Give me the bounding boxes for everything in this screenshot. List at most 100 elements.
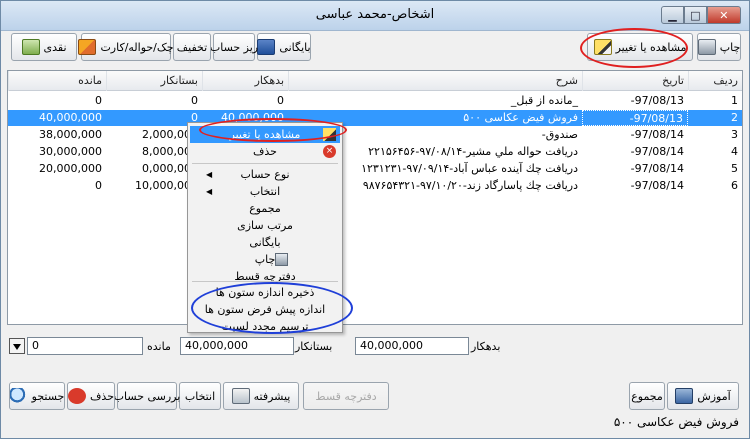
menu-item-total[interactable]: مجموع bbox=[190, 200, 340, 217]
tutorial-button-label: آموزش bbox=[697, 389, 731, 403]
transactions-table[interactable]: ردیف تاریخ شرح بدهکار بستانکار مانده 1 9… bbox=[7, 70, 743, 325]
annotation-ellipse-red bbox=[580, 28, 688, 68]
cell-date: 97/08/14- bbox=[630, 179, 684, 192]
table-header: ردیف تاریخ شرح بدهکار بستانکار مانده bbox=[8, 71, 742, 91]
cell-row: 5 bbox=[731, 162, 738, 175]
app-window: اشخاص-محمد عباسی ▁ □ ✕ چاپ مشاهده یا تغی… bbox=[0, 0, 750, 439]
delete-icon: × bbox=[323, 145, 336, 158]
cash-icon bbox=[21, 39, 40, 55]
column-header-row[interactable]: ردیف bbox=[688, 71, 742, 91]
balance-dropdown-arrow-icon[interactable] bbox=[9, 338, 25, 354]
cell-description: _مانده از قبل_ bbox=[510, 94, 578, 107]
search-button-label: جستجو bbox=[31, 389, 65, 403]
archive-button-label: بایگانی bbox=[279, 40, 311, 54]
status-selected-description: فروش فیض عکاسی ۵۰۰ bbox=[613, 415, 739, 429]
window-controls: ▁ □ ✕ bbox=[661, 6, 741, 26]
maximize-button[interactable]: □ bbox=[683, 6, 707, 24]
cell-date: 97/08/14- bbox=[630, 145, 684, 158]
credit-total-label: بستانکار bbox=[295, 340, 333, 353]
column-header-credit[interactable]: بستانکار bbox=[106, 71, 202, 91]
balance-total-label: مانده bbox=[147, 340, 171, 353]
detail-account-button[interactable]: ریز حساب bbox=[209, 33, 259, 61]
bottom-toolbar: آموزش مجموع دفترچه قسط پیشرفته انتخاب بر… bbox=[7, 382, 743, 412]
cell-row: 6 bbox=[731, 179, 738, 192]
submenu-arrow-icon: ◀ bbox=[206, 170, 213, 179]
minimize-button[interactable]: ▁ bbox=[661, 6, 684, 24]
debit-total-label: بدهکار bbox=[471, 340, 501, 353]
menu-item-delete[interactable]: حذف × bbox=[190, 143, 340, 160]
debit-total-field: 40,000,000 bbox=[355, 337, 469, 355]
column-header-balance[interactable]: مانده bbox=[8, 71, 106, 91]
cards-icon bbox=[78, 39, 97, 55]
cell-credit: 0 bbox=[191, 94, 198, 107]
book-icon bbox=[675, 388, 694, 404]
cell-balance: 0 bbox=[95, 179, 102, 192]
table-row[interactable]: 5 97/08/14- دریافت چك آینده عباس آباد-۹۷… bbox=[8, 161, 742, 177]
select-button[interactable]: انتخاب bbox=[179, 382, 221, 410]
delete-button-label: حذف bbox=[90, 389, 114, 403]
cash-button-label: نقدی bbox=[43, 40, 67, 54]
print-button[interactable]: چاپ bbox=[697, 33, 741, 61]
archive-button[interactable]: بایگانی bbox=[257, 33, 311, 61]
menu-item-archive[interactable]: بایگانی bbox=[190, 234, 340, 251]
account-review-button[interactable]: بررسی حساب bbox=[114, 382, 180, 410]
table-row[interactable]: 1 97/08/13- _مانده از قبل_ 0 0 0 bbox=[8, 93, 742, 109]
installment-book-button-label: دفترچه قسط bbox=[315, 389, 377, 403]
table-row-selected[interactable]: 2 97/08/13- فروش فیض عکاسی ۵۰۰ 40,000,00… bbox=[8, 110, 742, 126]
cell-balance: 30,000,000 bbox=[39, 145, 102, 158]
menu-item-label: انتخاب bbox=[249, 185, 281, 198]
cell-balance: 0 bbox=[95, 94, 102, 107]
advanced-button-label: پیشرفته bbox=[253, 389, 291, 403]
menu-item-label: مجموع bbox=[249, 202, 281, 215]
cell-row: 1 bbox=[731, 94, 738, 107]
account-review-button-label: بررسی حساب bbox=[113, 389, 181, 403]
cell-date: 97/08/14- bbox=[630, 162, 684, 175]
printer-icon bbox=[697, 39, 716, 55]
total-button[interactable]: مجموع bbox=[629, 382, 665, 410]
menu-item-label: حذف bbox=[253, 145, 277, 158]
menu-item-account-type[interactable]: نوع حساب ◀ bbox=[190, 166, 340, 183]
column-header-date[interactable]: تاریخ bbox=[582, 71, 688, 91]
cell-balance: 40,000,000 bbox=[39, 111, 102, 124]
menu-item-label: بایگانی bbox=[249, 236, 281, 249]
table-row[interactable]: 3 97/08/14- صندوق- 2,000,000 38,000,000 bbox=[8, 127, 742, 143]
cell-balance: 38,000,000 bbox=[39, 128, 102, 141]
close-button[interactable]: ✕ bbox=[706, 6, 741, 24]
column-header-debit[interactable]: بدهکار bbox=[202, 71, 288, 91]
delete-button[interactable]: حذف bbox=[67, 382, 115, 410]
menu-item-select[interactable]: انتخاب ◀ bbox=[190, 183, 340, 200]
menu-item-label: مرتب سازی bbox=[237, 219, 293, 232]
discount-button-label: تخفیف bbox=[176, 40, 208, 54]
advanced-button[interactable]: پیشرفته bbox=[223, 382, 299, 410]
cell-row: 2 bbox=[731, 111, 738, 124]
delete-icon bbox=[68, 388, 87, 404]
title-bar: اشخاص-محمد عباسی ▁ □ ✕ bbox=[1, 1, 749, 31]
balance-total-field: 0 bbox=[27, 337, 143, 355]
check-transfer-card-button-label: چک/حواله/کارت bbox=[100, 40, 174, 54]
printer-icon bbox=[275, 253, 288, 266]
detail-account-button-label: ریز حساب bbox=[209, 40, 259, 54]
menu-separator bbox=[192, 163, 338, 164]
cell-date: 97/08/14- bbox=[630, 128, 684, 141]
search-icon bbox=[9, 388, 28, 404]
window-title: اشخاص-محمد عباسی bbox=[315, 7, 435, 22]
cell-debit: 0 bbox=[277, 94, 284, 107]
calculator-icon bbox=[231, 388, 250, 404]
table-row[interactable]: 6 97/08/14- دریافت چك پاسارگاد زند-۹۷/۱۰… bbox=[8, 178, 742, 194]
select-button-label: انتخاب bbox=[184, 389, 216, 403]
table-row[interactable]: 4 97/08/14- دریافت حواله ملي مشیر-۹۷/۰۸/… bbox=[8, 144, 742, 160]
installment-book-button[interactable]: دفترچه قسط bbox=[303, 382, 389, 410]
search-button[interactable]: جستجو bbox=[9, 382, 65, 410]
credit-total-field: 40,000,000 bbox=[180, 337, 294, 355]
menu-item-print[interactable]: چاپ bbox=[190, 251, 340, 268]
menu-item-sort[interactable]: مرتب سازی bbox=[190, 217, 340, 234]
discount-button[interactable]: تخفیف bbox=[173, 33, 211, 61]
cash-button[interactable]: نقدی bbox=[11, 33, 77, 61]
print-button-label: چاپ bbox=[719, 40, 741, 54]
column-header-description[interactable]: شرح bbox=[288, 71, 582, 91]
tutorial-button[interactable]: آموزش bbox=[667, 382, 739, 410]
cell-row: 3 bbox=[731, 128, 738, 141]
menu-item-label: نوع حساب bbox=[240, 168, 290, 181]
submenu-arrow-icon: ◀ bbox=[206, 187, 213, 196]
check-transfer-card-button[interactable]: چک/حواله/کارت bbox=[78, 33, 174, 61]
